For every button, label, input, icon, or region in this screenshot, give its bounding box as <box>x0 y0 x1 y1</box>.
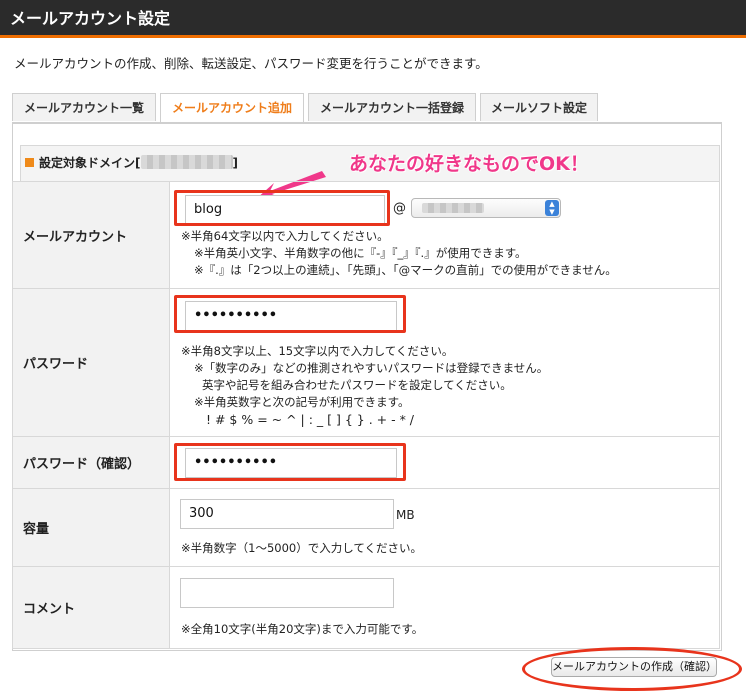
capacity-unit: MB <box>396 508 415 522</box>
tab-account-list[interactable]: メールアカウント一覧 <box>12 93 156 121</box>
row-capacity: 容量 300 MB ※半角数字（1〜5000）で入力してください。 <box>12 489 720 567</box>
tab-account-add[interactable]: メールアカウント追加 <box>160 93 304 123</box>
bullet-square-icon <box>25 158 34 167</box>
label-password: パスワード <box>13 289 170 436</box>
password-note-3: 英字や記号を組み合わせたパスワードを設定してください。 <box>202 378 512 392</box>
highlight-box <box>174 190 390 226</box>
title-accent-line <box>0 35 746 38</box>
domain-label: 設定対象ドメイン[] <box>39 146 238 180</box>
title-bar: メールアカウント設定 <box>0 0 746 38</box>
label-comment: コメント <box>13 567 170 648</box>
row-comment: コメント ※全角10文字(半角20文字)まで入力可能です。 <box>12 567 720 649</box>
account-note-3: ※『.』は「2つ以上の連続」、「先頭」、「@マークの直前」での使用ができません。 <box>194 263 617 277</box>
password-note-2: ※「数字のみ」などの推測されやすいパスワードは登録できません。 <box>194 361 549 375</box>
password-symbols: ! # $ % = ~ ^ | : _ [ ] { } . + - * / <box>206 412 415 427</box>
capacity-note: ※半角数字（1〜5000）で入力してください。 <box>181 541 423 555</box>
page-description: メールアカウントの作成、削除、転送設定、パスワード変更を行うことができます。 <box>14 56 488 71</box>
highlight-box <box>174 295 406 333</box>
label-password-confirm: パスワード（確認） <box>13 437 170 488</box>
page-title: メールアカウント設定 <box>10 9 171 28</box>
tab-mail-software[interactable]: メールソフト設定 <box>480 93 598 121</box>
create-account-confirm-button[interactable]: メールアカウントの作成（確認） <box>551 657 717 677</box>
capacity-input[interactable]: 300 <box>180 499 394 529</box>
domain-label-prefix: 設定対象ドメイン[ <box>39 156 141 170</box>
blurred-domain <box>422 203 484 213</box>
at-sign: @ <box>393 201 406 216</box>
account-note-2: ※半角英小文字、半角数字の他に『-』『_』『.』が使用できます。 <box>194 246 527 260</box>
password-note-4: ※半角英数字と次の記号が利用できます。 <box>194 395 410 409</box>
annotation-text: あなたの好きなものでOK！ <box>349 153 589 175</box>
tab-bulk-register[interactable]: メールアカウント一括登録 <box>308 93 476 121</box>
label-capacity: 容量 <box>13 489 170 566</box>
highlight-box <box>174 443 406 481</box>
comment-input[interactable] <box>180 578 394 608</box>
domain-select[interactable]: ▲ ▼ <box>411 198 561 218</box>
row-password: パスワード •••••••••• ※半角8文字以上、15文字以内で入力してくださ… <box>12 289 720 437</box>
comment-note: ※全角10文字(半角20文字)まで入力可能です。 <box>181 622 424 636</box>
password-note-1: ※半角8文字以上、15文字以内で入力してください。 <box>181 344 454 358</box>
row-password-confirm: パスワード（確認） •••••••••• <box>12 437 720 489</box>
label-mail-account: メールアカウント <box>13 182 170 288</box>
select-arrow-icon: ▲ ▼ <box>545 200 559 216</box>
blurred-domain <box>140 155 233 169</box>
domain-label-suffix: ] <box>232 156 238 170</box>
row-mail-account: メールアカウント blog @ ▲ ▼ ※半角64文字以内で入力してください。 ※… <box>12 181 720 289</box>
account-note-1: ※半角64文字以内で入力してください。 <box>181 229 389 243</box>
